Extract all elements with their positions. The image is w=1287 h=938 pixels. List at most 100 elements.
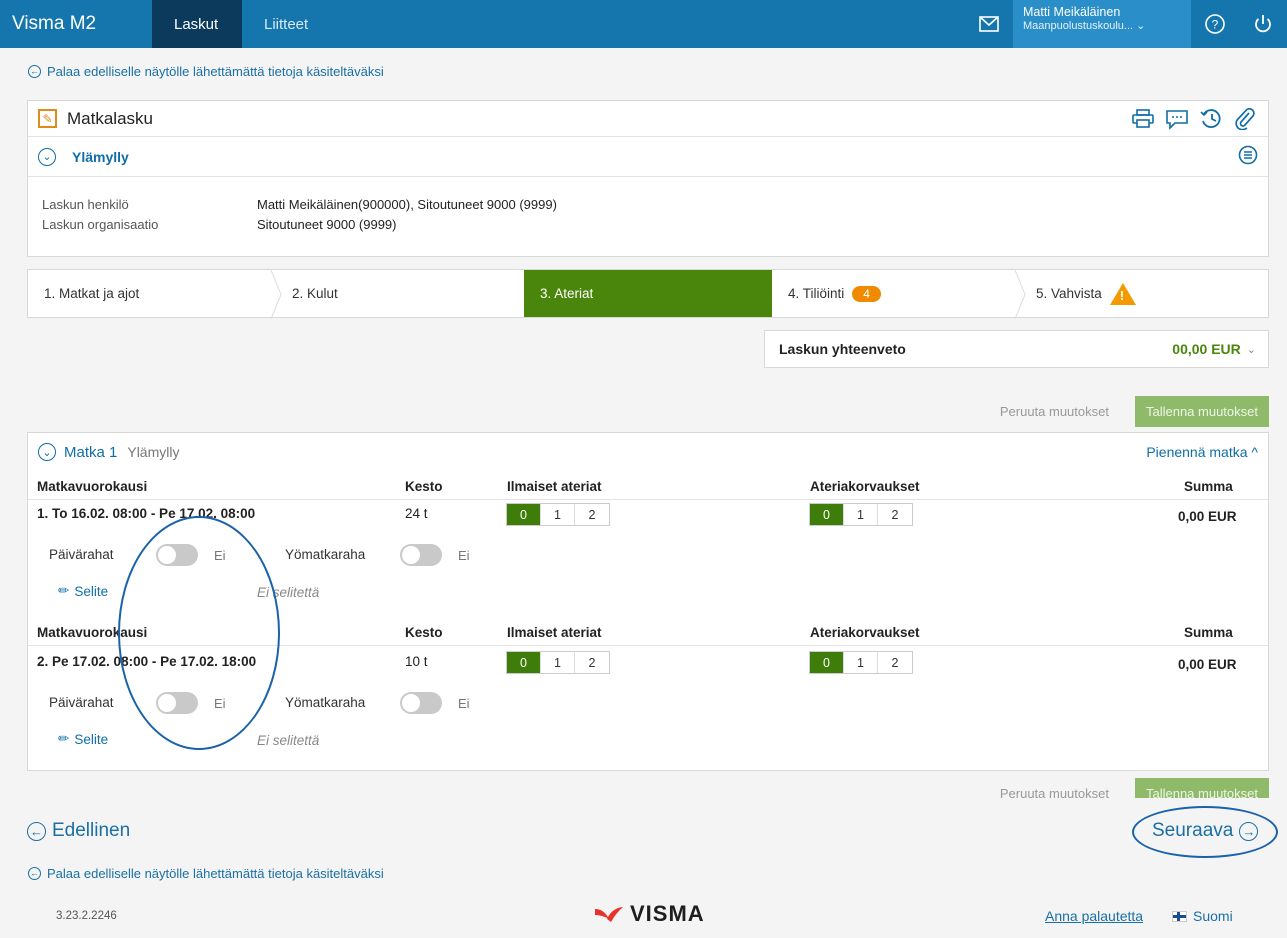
invoice-header: ✎ Matkalasku: [28, 101, 1268, 137]
arrow-left-icon: ←: [27, 821, 46, 841]
day-2-night-value: Ei: [458, 696, 470, 711]
meal-comp-option-2[interactable]: 2: [878, 652, 912, 673]
back-link-bottom[interactable]: ← Palaa edelliselle näytölle lähettämätt…: [28, 866, 384, 881]
next-button[interactable]: Seuraava →: [1152, 820, 1259, 842]
print-icon[interactable]: [1130, 106, 1156, 132]
column-meal-comp: Ateriakorvaukset: [810, 479, 920, 494]
day-2-sum: 0,00 EUR: [1178, 657, 1237, 672]
feedback-link[interactable]: Anna palautetta: [1045, 908, 1143, 924]
day-1-night-label: Yömatkaraha: [285, 547, 366, 562]
invoice-summary[interactable]: Laskun yhteenveto 00,00 EUR ⌄: [764, 330, 1269, 368]
day-2-allowance-label: Päivärahat: [49, 695, 114, 710]
collapse-trip-link[interactable]: Pienennä matka ^: [1146, 444, 1258, 460]
tab-liitteet[interactable]: Liitteet: [242, 0, 330, 48]
free-meals-option-0[interactable]: 0: [507, 504, 541, 525]
day-1-night-toggle[interactable]: [400, 544, 442, 566]
organisation-row: Laskun organisaatio Sitoutuneet 9000 (99…: [42, 217, 1254, 237]
free-meals-option-1[interactable]: 1: [541, 652, 575, 673]
step-vahvista-label: 5. Vahvista: [1036, 286, 1102, 301]
day-1-allowance-value: Ei: [214, 548, 226, 563]
previous-label: Edellinen: [52, 820, 131, 841]
day-2-period: 2. Pe 17.02. 08:00 - Pe 17.02. 18:00: [37, 654, 257, 669]
step-tiliointi[interactable]: 4. Tiliöinti 4: [772, 270, 1026, 319]
history-icon[interactable]: [1198, 106, 1224, 132]
pencil-icon: ✏: [58, 731, 70, 746]
invoice-panel: ✎ Matkalasku ⌄ Ylämylly Laskun henkilö M: [27, 100, 1269, 257]
meal-comp-option-1[interactable]: 1: [844, 652, 878, 673]
meal-comp-option-0[interactable]: 0: [810, 504, 844, 525]
expand-chevron-icon[interactable]: ⌄: [38, 147, 56, 166]
column-sum: Summa: [1184, 479, 1233, 494]
list-menu-icon[interactable]: [1238, 145, 1258, 168]
day-2-allowance-toggle[interactable]: [156, 692, 198, 714]
invoice-trip-name: Ylämylly: [72, 148, 129, 165]
column-duration: Kesto: [405, 625, 443, 640]
free-meals-option-1[interactable]: 1: [541, 504, 575, 525]
divider: [28, 499, 1268, 500]
invoice-title: Matkalasku: [67, 108, 153, 128]
language-label: Suomi: [1193, 908, 1233, 924]
svg-text:?: ?: [1212, 18, 1219, 32]
step-ateriat-label: 3. Ateriat: [540, 286, 594, 301]
back-link-bottom-label: Palaa edelliselle näytölle lähettämättä …: [47, 866, 384, 881]
day-2-allowance-value: Ei: [214, 696, 226, 711]
collapse-chevron-icon[interactable]: ⌄: [38, 443, 56, 461]
language-selector[interactable]: Suomi: [1172, 908, 1233, 924]
warning-icon: !: [1109, 282, 1136, 305]
invoice-toolbar: [1130, 106, 1258, 132]
day-1-allowance-label: Päivärahat: [49, 547, 114, 562]
meal-comp-option-0[interactable]: 0: [810, 652, 844, 673]
summary-label: Laskun yhteenveto: [779, 341, 906, 357]
save-changes-button[interactable]: Tallenna muutokset: [1134, 396, 1269, 427]
finnish-flag-icon: [1172, 910, 1187, 922]
attachment-icon[interactable]: [1232, 106, 1258, 132]
help-icon[interactable]: ?: [1191, 0, 1239, 48]
step-tiliointi-label: 4. Tiliöinti: [788, 286, 845, 301]
meal-comp-option-2[interactable]: 2: [878, 504, 912, 525]
trip-name: Ylämylly: [127, 444, 180, 460]
power-icon[interactable]: [1239, 0, 1287, 48]
visma-swoosh-icon: [595, 907, 623, 922]
step-kulut[interactable]: 2. Kulut: [276, 270, 524, 317]
previous-button[interactable]: ← Edellinen: [27, 820, 130, 842]
meal-comp-option-1[interactable]: 1: [844, 504, 878, 525]
mail-icon[interactable]: [965, 0, 1013, 48]
day-1-note-button[interactable]: ✏ Selite: [58, 583, 108, 599]
divider: [28, 645, 1268, 646]
app-brand[interactable]: Visma M2: [0, 0, 152, 48]
day-1-note-value: Ei selitettä: [257, 585, 320, 600]
cancel-changes-button[interactable]: Peruuta muutokset: [1000, 404, 1109, 419]
day-1-night-value: Ei: [458, 548, 470, 563]
day-2-night-toggle[interactable]: [400, 692, 442, 714]
comment-icon[interactable]: [1164, 106, 1190, 132]
back-link-top[interactable]: ← Palaa edelliselle näytölle lähettämätt…: [28, 64, 384, 79]
free-meals-option-0[interactable]: 0: [507, 652, 541, 673]
person-row: Laskun henkilö Matti Meikäläinen(900000)…: [42, 197, 1254, 217]
arrow-right-icon: →: [1239, 821, 1259, 841]
arrow-left-icon: ←: [28, 65, 41, 78]
day-1-sum: 0,00 EUR: [1178, 509, 1237, 524]
actions-top: Peruuta muutokset Tallenna muutokset: [1000, 396, 1269, 427]
chevron-down-icon: ⌄: [1246, 343, 1256, 356]
free-meals-option-2[interactable]: 2: [575, 652, 609, 673]
column-free-meals: Ilmaiset ateriat: [507, 625, 602, 640]
back-link-top-label: Palaa edelliselle näytölle lähettämättä …: [47, 64, 384, 79]
column-period: Matkavuorokausi: [37, 479, 148, 494]
free-meals-option-2[interactable]: 2: [575, 504, 609, 525]
day-1-allowance-toggle[interactable]: [156, 544, 198, 566]
column-sum: Summa: [1184, 625, 1233, 640]
step-vahvista[interactable]: 5. Vahvista !: [1020, 270, 1268, 317]
user-menu[interactable]: Matti Meikäläinen Maanpuolustuskoulu... …: [1013, 0, 1191, 48]
day-2-meal-comp-selector: 0 1 2: [809, 651, 913, 674]
visma-logo: VISMA: [594, 901, 705, 927]
step-matkat[interactable]: 1. Matkat ja ajot: [28, 270, 282, 319]
visma-logo-text: VISMA: [630, 901, 705, 926]
user-name: Matti Meikäläinen: [1023, 5, 1121, 19]
trip-header: ⌄ Matka 1 Ylämylly Pienennä matka ^: [28, 433, 1268, 471]
day-2-note-button[interactable]: ✏ Selite: [58, 731, 108, 747]
step-ateriat[interactable]: 3. Ateriat: [524, 270, 772, 317]
day-1-period: 1. To 16.02. 08:00 - Pe 17.02. 08:00: [37, 506, 256, 521]
column-free-meals: Ilmaiset ateriat: [507, 479, 602, 494]
tab-laskut[interactable]: Laskut: [152, 0, 242, 48]
pencil-icon: ✏: [58, 583, 70, 598]
